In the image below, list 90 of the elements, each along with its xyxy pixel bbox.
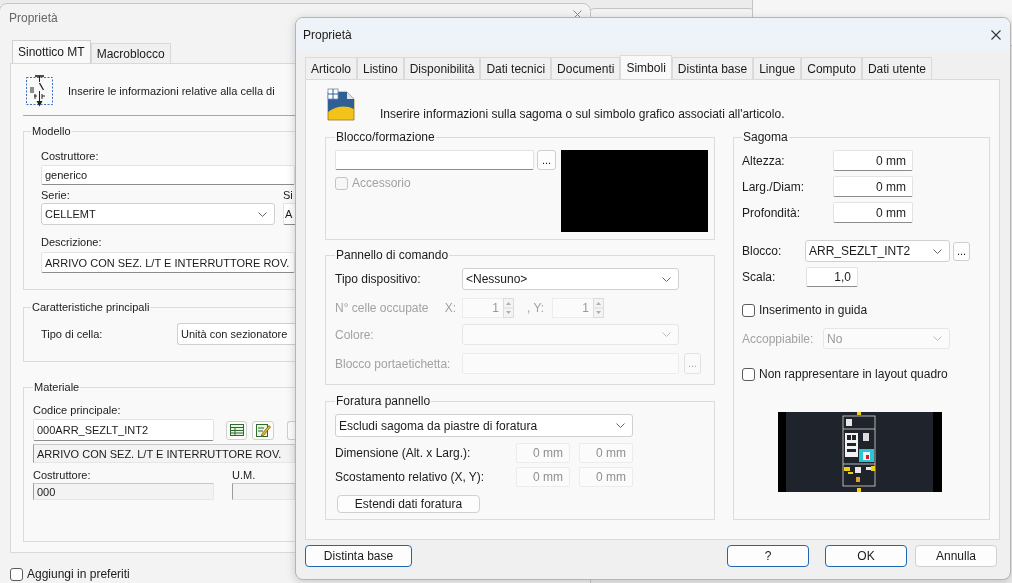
chevron-down-icon xyxy=(616,423,625,428)
close-icon[interactable] xyxy=(991,29,1001,40)
tab[interactable]: Computo xyxy=(801,57,862,79)
text-field[interactable]: 0 mm xyxy=(833,202,913,223)
checkbox-label[interactable]: Non rappresentare in layout quadro xyxy=(759,367,948,381)
dialog-button[interactable]: Distinta base xyxy=(305,545,412,567)
tab[interactable]: Lingue xyxy=(753,57,802,79)
chevron-down-icon xyxy=(662,332,671,337)
field-label: Blocco portaetichetta: xyxy=(335,356,451,371)
text-field[interactable]: 000ARR_SEZLT_INT2 xyxy=(33,419,214,441)
field-label: Tipo dispositivo: xyxy=(335,272,421,286)
text-field[interactable]: generico xyxy=(41,165,295,185)
dropdown[interactable]: <Nessuno> xyxy=(462,268,679,290)
dialog-button[interactable]: Annulla xyxy=(915,545,997,567)
tab[interactable]: Macroblocco xyxy=(90,43,171,63)
field-label: Blocco: xyxy=(742,244,783,258)
dropdown[interactable]: CELLEMT xyxy=(41,203,275,225)
table-icon xyxy=(229,424,244,436)
group-title: Caratteristiche principali xyxy=(31,300,151,314)
tab[interactable]: Articolo xyxy=(305,57,357,79)
edit-button[interactable] xyxy=(252,420,274,440)
field-label: Colore: xyxy=(335,327,374,342)
chevron-down-icon xyxy=(933,336,942,341)
dialog-button[interactable]: ? xyxy=(727,545,809,567)
text-field[interactable]: ARRIVO CON SEZ. L/T E INTERRUTTORE ROV. xyxy=(41,252,295,273)
tab[interactable]: Dati tecnici xyxy=(480,57,552,79)
group-title: Materiale xyxy=(33,380,81,394)
field-label: Codice principale: xyxy=(33,403,122,417)
dropdown[interactable]: Unità con sezionatore xyxy=(177,323,295,345)
checkbox-label[interactable]: Aggiungi in preferiti xyxy=(27,567,130,581)
group-title: Modello xyxy=(31,124,72,138)
browse-button[interactable]: ... xyxy=(537,150,556,170)
checkbox[interactable] xyxy=(10,567,23,581)
checkbox[interactable] xyxy=(742,367,755,381)
group-title: Blocco/formazione xyxy=(335,130,436,144)
field-label: Accoppiabile: xyxy=(742,331,815,346)
browse-button[interactable]: ... xyxy=(953,241,970,261)
spin-arrows-icon xyxy=(593,298,604,318)
intro-text: Inserire informazioni sulla sagoma o sul simbolo grafico associati all'articolo. xyxy=(380,107,785,121)
window-title: Proprietà xyxy=(303,27,352,42)
field-label: , Y: xyxy=(527,301,546,315)
tab[interactable]: Dati utente xyxy=(861,57,932,79)
field-label: Si xyxy=(283,188,294,202)
spin-arrows-icon xyxy=(503,298,514,318)
field-label: Costruttore: xyxy=(41,149,100,163)
field-label: Serie: xyxy=(41,188,71,202)
dialog-button[interactable]: OK xyxy=(825,545,907,567)
group-title: Sagoma xyxy=(742,130,789,144)
intro-text: Inserire le informazioni relative alla cella di xyxy=(68,85,275,97)
field-label: N° celle occupate xyxy=(335,301,429,315)
text-field[interactable]: A xyxy=(283,203,295,225)
drawing-sheet-icon xyxy=(327,88,355,121)
tab[interactable]: Listino xyxy=(357,57,404,79)
text-field[interactable]: 0 mm xyxy=(833,150,913,171)
window-title: Proprietà xyxy=(9,11,58,25)
checkbox[interactable] xyxy=(742,303,755,317)
field-label: Scala: xyxy=(742,270,777,284)
edit-icon xyxy=(255,423,271,437)
chevron-down-icon xyxy=(662,276,671,282)
text-field[interactable] xyxy=(335,150,534,170)
field-label: Costruttore: xyxy=(33,468,92,482)
chevron-down-icon xyxy=(258,211,267,217)
field-label: Altezza: xyxy=(742,153,786,168)
dropdown[interactable]: Escludi sagoma da piastre di foratura xyxy=(335,414,633,437)
tab[interactable]: Sinottico MT xyxy=(12,40,91,63)
text-field[interactable]: 1,0 xyxy=(806,267,858,287)
field-label: Descrizione: xyxy=(41,235,103,249)
tab[interactable]: Documenti xyxy=(551,57,621,79)
dropdown[interactable]: ARR_SEZLT_INT2 xyxy=(805,240,950,262)
field-label: U.M. xyxy=(232,468,257,482)
field-label: Profondità: xyxy=(742,205,802,220)
field-label: Scostamento relativo (X, Y): xyxy=(335,470,486,484)
text-field[interactable]: ARRIVO CON SEZ. L/T E INTERRUTTORE ROV. xyxy=(33,444,295,463)
text-field[interactable] xyxy=(232,483,295,500)
chevron-down-icon xyxy=(933,248,942,254)
tab[interactable]: Simboli xyxy=(620,55,672,79)
field-label: Larg./Diam: xyxy=(742,179,806,194)
field-label: Dimensione (Alt. x Larg.): xyxy=(335,446,472,460)
field-label: X: xyxy=(444,301,456,315)
table-button[interactable] xyxy=(226,420,247,440)
tab[interactable]: Distinta base xyxy=(671,57,754,79)
text-field[interactable]: 000 xyxy=(33,483,214,500)
text-field[interactable]: 0 mm xyxy=(833,176,913,197)
switch-symbol-icon xyxy=(26,75,53,107)
checkbox-label[interactable]: Inserimento in guida xyxy=(759,303,868,317)
group-title: Pannello di comando xyxy=(335,248,450,262)
extend-drilling-button[interactable]: Estendi dati foratura xyxy=(337,495,480,513)
field-label: Tipo di cella: xyxy=(41,327,104,341)
group-title: Foratura pannello xyxy=(335,394,432,408)
tab[interactable]: Disponibilità xyxy=(403,57,481,79)
